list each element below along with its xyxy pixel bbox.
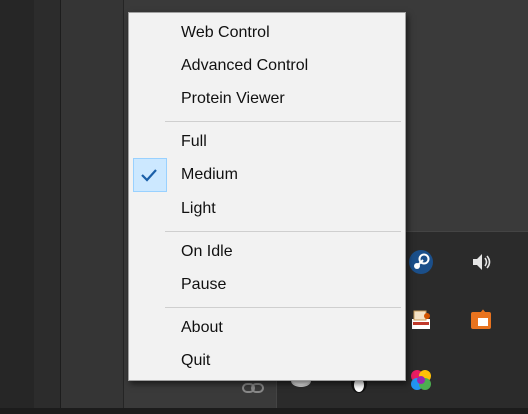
menu-item-label: Protein Viewer — [181, 90, 285, 107]
menu-item-label: Medium — [181, 166, 238, 183]
menu-item-quit[interactable]: Quit — [131, 346, 403, 376]
menu-separator — [165, 231, 401, 232]
menu-item-label: Light — [181, 200, 216, 217]
menu-item-label: Pause — [181, 276, 227, 293]
background-panel-3 — [61, 0, 124, 414]
menu-item-protein-viewer[interactable]: Protein Viewer — [131, 84, 403, 114]
pdf-printer-icon[interactable] — [407, 306, 435, 334]
speaker-icon[interactable] — [467, 248, 495, 276]
menu-item-on-idle[interactable]: On Idle — [131, 237, 403, 267]
taskbar-edge — [0, 408, 528, 414]
menu-item-about[interactable]: About — [131, 313, 403, 343]
menu-separator — [165, 307, 401, 308]
menu-item-label: Web Control — [181, 24, 270, 41]
menu-item-label: Advanced Control — [181, 57, 309, 74]
color-wheel-icon[interactable] — [407, 366, 435, 394]
menu-item-full[interactable]: Full — [131, 127, 403, 157]
checkmark-icon — [141, 169, 157, 182]
menu-item-label: On Idle — [181, 243, 233, 260]
menu-item-light[interactable]: Light — [131, 194, 403, 224]
menu-item-medium[interactable]: Medium — [131, 158, 403, 192]
background-panel-1 — [0, 0, 34, 414]
menu-item-label: About — [181, 319, 223, 336]
orange-app-icon[interactable] — [467, 306, 495, 334]
menu-item-pause[interactable]: Pause — [131, 270, 403, 300]
menu-item-advanced-control[interactable]: Advanced Control — [131, 51, 403, 81]
steam-icon[interactable] — [407, 248, 435, 276]
menu-item-web-control[interactable]: Web Control — [131, 18, 403, 48]
link-icon[interactable] — [242, 380, 264, 396]
context-menu: Web Control Advanced Control Protein Vie… — [128, 12, 406, 381]
menu-separator — [165, 121, 401, 122]
menu-item-label: Full — [181, 133, 207, 150]
background-panel-2 — [34, 0, 61, 414]
menu-item-label: Quit — [181, 352, 211, 369]
